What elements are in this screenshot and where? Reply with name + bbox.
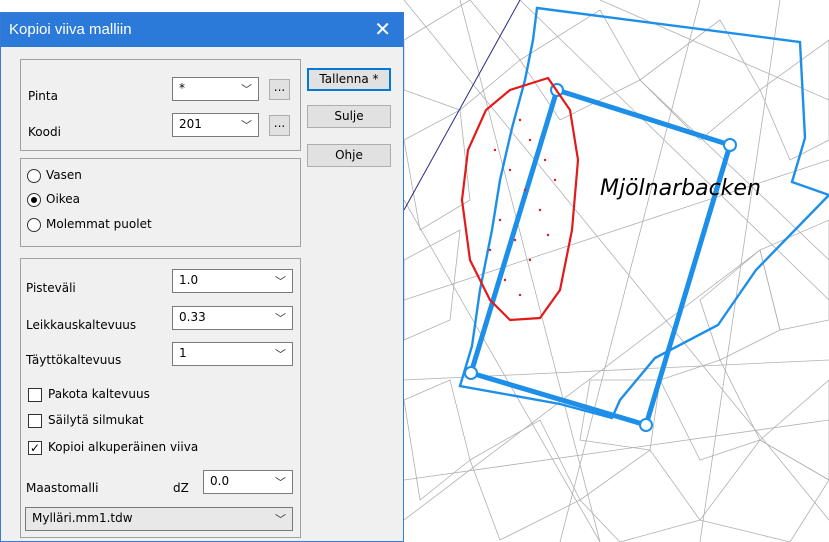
pisteväli-value: 1.0 <box>179 273 199 287</box>
täyttö-select[interactable]: 1 ﹀ <box>172 342 293 366</box>
tin-mesh <box>403 0 829 542</box>
leikkaus-value: 0.33 <box>179 310 206 324</box>
dz-label: dZ <box>173 481 189 495</box>
radio-vasen[interactable] <box>27 169 41 183</box>
pinta-value: * <box>179 81 185 95</box>
save-button[interactable]: Tallenna * <box>307 68 391 91</box>
dz-select[interactable]: 0.0 ﹀ <box>203 470 293 494</box>
place-label: Mjölnarbacken <box>600 176 761 201</box>
kopioi-checkbox[interactable]: ✓ <box>28 441 42 455</box>
koodi-browse-button[interactable]: ... <box>269 115 290 136</box>
maastomalli-select[interactable]: Mylläri.mm1.tdw ﹀ <box>25 507 293 531</box>
help-button[interactable]: Ohje <box>307 144 391 167</box>
dialog-titlebar[interactable]: Kopioi viiva malliin ✕ <box>1 13 403 47</box>
vertex-handle[interactable] <box>464 366 478 380</box>
pisteväli-label: Pisteväli <box>26 281 76 295</box>
leikkaus-select[interactable]: 0.33 ﹀ <box>172 306 293 330</box>
maastomalli-value: Mylläri.mm1.tdw <box>32 511 133 525</box>
vertex-handle[interactable] <box>723 138 737 152</box>
red-area <box>460 76 580 322</box>
pisteväli-select[interactable]: 1.0 ﹀ <box>172 269 293 293</box>
chevron-down-icon: ﹀ <box>275 348 286 361</box>
täyttö-value: 1 <box>179 346 187 360</box>
radio-molemmat[interactable] <box>27 218 41 232</box>
vertex-handle[interactable] <box>639 418 653 432</box>
radio-oikea-label: Oikea <box>46 192 81 206</box>
pinta-browse-button[interactable]: ... <box>269 79 290 100</box>
axis-line <box>403 0 521 211</box>
koodi-value: 201 <box>179 117 202 131</box>
radio-vasen-label: Vasen <box>46 168 82 182</box>
säilytä-checkbox[interactable] <box>28 414 42 428</box>
kopioi-label: Kopioi alkuperäinen viiva <box>48 440 199 454</box>
chevron-down-icon: ﹀ <box>241 83 252 96</box>
maastomalli-label: Maastomalli <box>26 481 99 495</box>
koodi-select[interactable]: 201 ﹀ <box>172 113 259 137</box>
radio-molemmat-label: Molemmat puolet <box>46 217 152 231</box>
dz-value: 0.0 <box>210 474 230 488</box>
chevron-down-icon: ﹀ <box>275 476 286 489</box>
chevron-down-icon: ﹀ <box>241 119 252 132</box>
chevron-down-icon: ﹀ <box>275 513 286 526</box>
täyttö-label: Täyttökaltevuus <box>26 353 122 367</box>
pakota-label: Pakota kaltevuus <box>48 387 150 401</box>
close-icon[interactable]: ✕ <box>374 17 391 41</box>
chevron-down-icon: ﹀ <box>275 275 286 288</box>
copy-line-dialog: Kopioi viiva malliin ✕ Pinta * ﹀ ... Koo… <box>0 12 404 542</box>
säilytä-label: Säilytä silmukat <box>48 413 144 427</box>
surface-group <box>20 59 301 151</box>
radio-oikea[interactable] <box>27 193 41 207</box>
pinta-label: Pinta <box>28 89 58 103</box>
pakota-checkbox[interactable] <box>28 388 42 402</box>
close-button[interactable]: Sulje <box>307 105 391 128</box>
leikkaus-label: Leikkauskaltevuus <box>26 318 137 332</box>
chevron-down-icon: ﹀ <box>275 312 286 325</box>
pinta-select[interactable]: * ﹀ <box>172 77 259 101</box>
koodi-label: Koodi <box>28 125 61 139</box>
dialog-title: Kopioi viiva malliin <box>9 21 132 38</box>
